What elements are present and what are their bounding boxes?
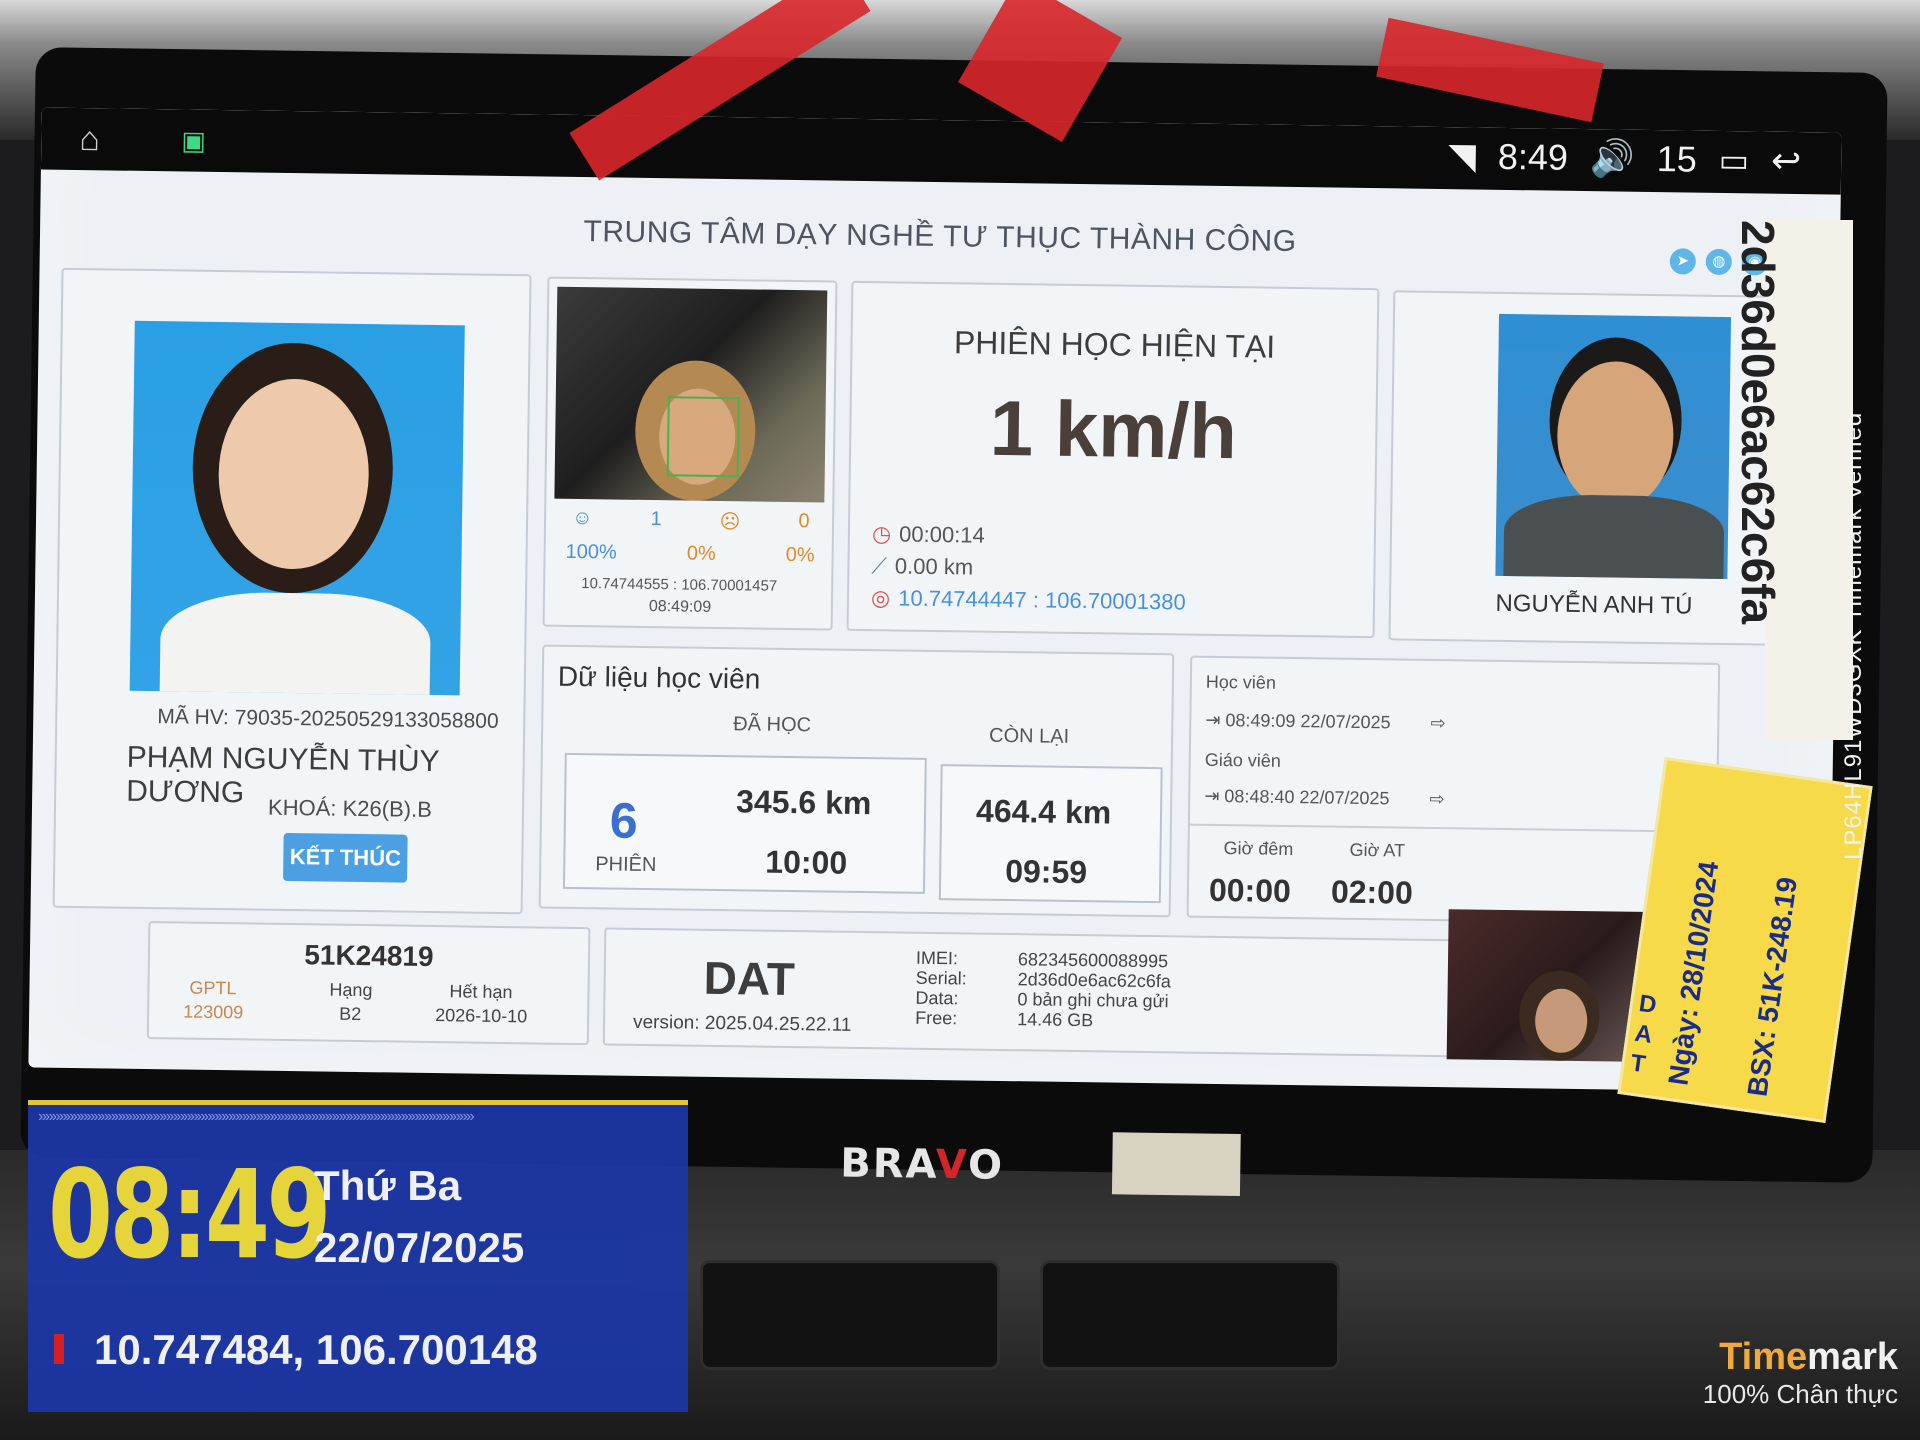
free-label: Free: xyxy=(915,1007,958,1029)
login-icon: ⇥ xyxy=(1205,709,1226,731)
remaining-label: CÒN LẠI xyxy=(988,724,1070,748)
timemark-tagline: 100% Chân thực xyxy=(1702,1379,1898,1409)
login-student-time: ⇥ 08:49:09 22/07/2025 ⇨ xyxy=(1205,709,1446,734)
device-version: version: 2025.04.25.22.11 xyxy=(632,1011,852,1036)
teacher-photo xyxy=(1495,313,1732,580)
data-label: Data: xyxy=(915,987,959,1009)
logout-icon[interactable]: ⇨ xyxy=(1429,789,1444,809)
globe-icon: ◍ xyxy=(1705,248,1732,276)
auto-hours-value: 02:00 xyxy=(1330,873,1414,911)
login-icon: ⇥ xyxy=(1204,785,1225,807)
sad-pct: 0% xyxy=(785,543,815,567)
happy-pct: 100% xyxy=(565,540,617,564)
session-title: PHIÊN HỌC HIỆN TẠI xyxy=(953,324,1276,365)
remaining-km: 464.4 km xyxy=(975,792,1112,831)
free-value: 14.46 GB xyxy=(1017,1009,1094,1031)
stamp-time: 08:49 xyxy=(48,1144,331,1286)
camera-gps: 10.74744555 : 106.70001457 xyxy=(581,575,778,595)
remaining-box: 464.4 km 09:59 xyxy=(938,764,1163,904)
camera-feed xyxy=(554,286,828,503)
login-student-label: Học viên xyxy=(1205,671,1277,693)
time-stamp-overlay: »»»»»»»»»»»»»»»»»»»»»»»»»»»»»»»»»»»»»»»»… xyxy=(28,1100,688,1412)
android-icon: ▣ xyxy=(181,125,207,156)
verified-text: LP64HL91WD3GXK Timemark Verified xyxy=(1840,411,1867,860)
neutral-icon: ☹ xyxy=(719,510,741,534)
session-panel: PHIÊN HỌC HIỆN TẠI 1 km/h ◷ 00:00:14 ⟋ 0.0… xyxy=(846,280,1380,639)
remaining-time: 09:59 xyxy=(1004,853,1088,891)
head-unit-screen: ⌂ ▣ ◥ 8:49 🔊 15 ▭ ↩ TRUNG TÂM DẠY NGHỀ T… xyxy=(28,107,1842,1093)
camera-time: 08:49:09 xyxy=(648,598,712,616)
session-distance: ⟋ 0.00 km xyxy=(871,553,974,580)
student-id: MÃ HV: 79035-20250529133058800 xyxy=(157,705,499,733)
gps-icon: ◎ xyxy=(870,585,891,611)
session-elapsed: ◷ 00:00:14 xyxy=(871,521,985,548)
session-count-label: PHIÊN xyxy=(595,853,657,877)
sticker-date: Ngày: 28/10/2024 xyxy=(1662,859,1725,1088)
gptl-value: 123009 xyxy=(183,1001,244,1023)
login-panel: Học viên ⇥ 08:49:09 22/07/2025 ⇨ Giáo viê… xyxy=(1186,655,1721,925)
end-session-button[interactable]: KẾT THÚC xyxy=(283,832,408,883)
timemark-brand: Time xyxy=(1719,1336,1808,1378)
login-teacher-time: ⇥ 08:48:40 22/07/2025 ⇨ xyxy=(1204,785,1445,810)
login-teacher-label: Giáo viên xyxy=(1204,749,1281,771)
done-box: 6 PHIÊN 345.6 km 10:00 xyxy=(562,752,927,894)
camera-panel: ☺1 ☹0 ⊗0 100% 0% 0% 10.74744555 : 106.70… xyxy=(542,276,954,631)
sticker-plate: BSX: 51K-248.19 xyxy=(1741,875,1803,1099)
paper-sticker xyxy=(1111,1132,1241,1197)
neutral-pct: 0% xyxy=(686,542,716,565)
happy-count: 1 xyxy=(650,508,662,531)
gptl-label: GPTL xyxy=(189,977,237,999)
auto-hours-label: Giờ AT xyxy=(1349,839,1406,861)
happy-icon: ☺ xyxy=(571,506,593,530)
vehicle-plate: 51K24819 xyxy=(304,939,434,973)
student-data-panel: Dữ liệu học viên ĐÃ HỌC CÒN LẠI 6 PHIÊN … xyxy=(538,644,1175,918)
rank-label: Hạng xyxy=(329,979,373,1001)
serial-label: Serial: xyxy=(915,967,967,989)
air-vent xyxy=(700,1260,1000,1370)
location-pin-icon xyxy=(54,1334,64,1364)
stamp-coords: 10.747484, 106.700148 xyxy=(94,1326,538,1373)
expiry-value: 2026-10-10 xyxy=(435,1005,528,1027)
air-vent xyxy=(1040,1260,1340,1370)
clock-icon: ◷ xyxy=(871,521,892,547)
done-time: 10:00 xyxy=(765,843,848,881)
session-gps: ◎ 10.74744447 : 106.70001380 xyxy=(870,585,1186,615)
neutral-count: 0 xyxy=(798,510,810,533)
student-data-title: Dữ liệu học viên xyxy=(557,660,761,695)
stamp-day: Thứ Ba xyxy=(314,1162,462,1209)
route-icon: ⟋ xyxy=(871,553,888,579)
night-hours-label: Giờ đêm xyxy=(1223,838,1294,860)
student-photo xyxy=(129,320,465,696)
night-hours-value: 00:00 xyxy=(1208,871,1292,909)
sticker-letters: DAT xyxy=(1628,990,1659,1079)
device-name: DAT xyxy=(703,951,796,1006)
expiry-label: Hết hạn xyxy=(449,981,513,1003)
home-icon[interactable]: ⌂ xyxy=(79,120,100,159)
rank-value: B2 xyxy=(339,1003,362,1025)
vehicle-panel: 51K24819 GPTL 123009 Hạng B2 Hết hạn 202… xyxy=(146,921,591,1046)
session-speed: 1 km/h xyxy=(989,383,1238,476)
logout-icon[interactable]: ⇨ xyxy=(1430,713,1445,733)
timemark-watermark: Timemark 100% Chân thực xyxy=(1703,1336,1898,1410)
imei-label: IMEI: xyxy=(915,947,959,969)
student-course: KHOÁ: K26(B).B xyxy=(267,794,433,822)
timemark-brand-suffix: mark xyxy=(1807,1336,1898,1378)
bravo-logo: BRAVO xyxy=(840,1140,1005,1189)
stamp-date: 22/07/2025 xyxy=(314,1224,525,1271)
done-label: ĐÃ HỌC xyxy=(733,713,812,737)
done-km: 345.6 km xyxy=(735,783,872,822)
location-icon: ➤ xyxy=(1669,248,1696,275)
student-panel: MÃ HV: 79035-20250529133058800 PHẠM NGUY… xyxy=(52,267,532,915)
session-count: 6 xyxy=(609,792,639,849)
